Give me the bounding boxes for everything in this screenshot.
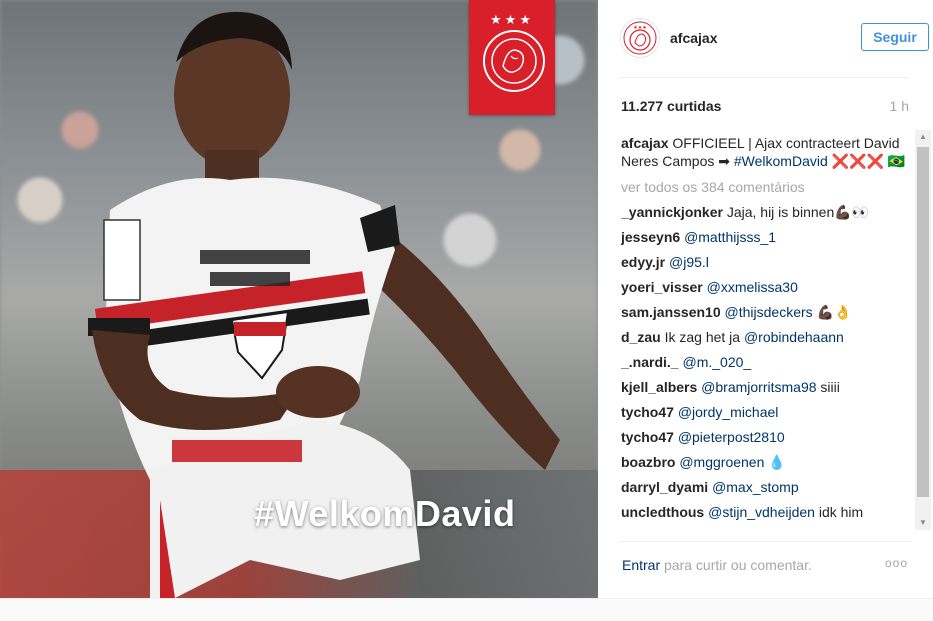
comment-mention[interactable]: @max_stomp bbox=[712, 479, 799, 495]
comment-text: Ik zag het ja bbox=[664, 329, 744, 345]
comment-row: tycho47 @pieterpost2810 bbox=[621, 428, 912, 446]
more-options-icon[interactable]: ooo bbox=[885, 556, 908, 570]
comment-row: yoeri_visser @xxmelissa30 bbox=[621, 278, 912, 296]
comments-scrollbar[interactable]: ▲ ▼ bbox=[915, 130, 931, 530]
comment-row: d_zau Ik zag het ja @robindehaann bbox=[621, 328, 912, 346]
comment-row: _yannickjonker Jaja, hij is binnen💪🏿👀 bbox=[621, 203, 912, 221]
comment-username[interactable]: _yannickjonker bbox=[621, 204, 723, 220]
avatar[interactable]: ★★★ bbox=[620, 18, 660, 58]
comment-row: boazbro @mggroenen 💧 bbox=[621, 453, 912, 471]
login-link[interactable]: Entrar bbox=[622, 557, 660, 573]
comment-text: Jaja, hij is binnen💪🏿👀 bbox=[726, 204, 870, 220]
comment-username[interactable]: tycho47 bbox=[621, 429, 674, 445]
post-side-panel: ★★★ afcajax Seguir 11.277 curtidas 1 h a… bbox=[598, 0, 933, 598]
likes-count[interactable]: 11.277 curtidas bbox=[621, 98, 721, 114]
comment-mention[interactable]: @bramjorritsma98 bbox=[701, 379, 816, 395]
comment-mention[interactable]: @mggroenen bbox=[679, 454, 764, 470]
comment-row: _.nardi._ @m._020_ bbox=[621, 353, 912, 371]
comment-username[interactable]: d_zau bbox=[621, 329, 661, 345]
badge-stars: ★★★ bbox=[490, 12, 534, 27]
header-divider bbox=[620, 77, 909, 78]
post-photo[interactable]: ★★★ #WelkomDavid bbox=[0, 0, 598, 598]
page-bottom-strip bbox=[0, 598, 933, 621]
post-time[interactable]: 1 h bbox=[890, 98, 909, 114]
post-caption: afcajax OFFICIEEL | Ajax contracteert Da… bbox=[621, 134, 912, 170]
ajax-avatar-icon: ★★★ bbox=[623, 21, 657, 55]
comment-username[interactable]: edyy.jr bbox=[621, 254, 665, 270]
comment-mention[interactable]: @robindehaann bbox=[744, 329, 844, 345]
comment-username[interactable]: kjell_albers bbox=[621, 379, 697, 395]
comment-username[interactable]: boazbro bbox=[621, 454, 675, 470]
caption-username[interactable]: afcajax bbox=[621, 135, 668, 151]
photo-hashtag-overlay: #WelkomDavid bbox=[254, 493, 516, 534]
scroll-up-arrow-icon[interactable]: ▲ bbox=[915, 130, 931, 144]
comment-username[interactable]: yoeri_visser bbox=[621, 279, 703, 295]
scrollbar-thumb[interactable] bbox=[917, 147, 929, 497]
comment-row: kjell_albers @bramjorritsma98 siiii bbox=[621, 378, 912, 396]
comment-row: darryl_dyami @max_stomp bbox=[621, 478, 912, 496]
comment-row: tycho47 @jordy_michael bbox=[621, 403, 912, 421]
comment-username[interactable]: jesseyn6 bbox=[621, 229, 680, 245]
view-all-comments-link[interactable]: ver todos os 384 comentários bbox=[621, 178, 912, 196]
login-prompt: Entrar para curtir ou comentar. bbox=[622, 557, 812, 573]
comment-mention[interactable]: @pieterpost2810 bbox=[678, 429, 785, 445]
comment-username[interactable]: tycho47 bbox=[621, 404, 674, 420]
comment-mention[interactable]: @matthijsss_1 bbox=[684, 229, 776, 245]
comment-text: 💧 bbox=[764, 454, 786, 470]
comment-mention[interactable]: @stijn_vdheijden bbox=[708, 504, 815, 520]
comment-mention[interactable]: @j95.l bbox=[669, 254, 709, 270]
comment-row: sam.janssen10 @thijsdeckers 💪🏿👌 bbox=[621, 303, 912, 321]
comment-row: uncledthous @stijn_vdheijden idk him bbox=[621, 503, 912, 521]
footer-divider bbox=[620, 541, 912, 542]
ajax-logo-badge: ★★★ bbox=[469, 0, 555, 115]
comment-row: edyy.jr @j95.l bbox=[621, 253, 912, 271]
comment-row: jesseyn6 @matthijsss_1 bbox=[621, 228, 912, 246]
comment-mention[interactable]: @xxmelissa30 bbox=[707, 279, 798, 295]
comment-mention[interactable]: @thijsdeckers bbox=[725, 304, 813, 320]
comment-username[interactable]: _.nardi._ bbox=[621, 354, 679, 370]
scroll-down-arrow-icon[interactable]: ▼ bbox=[915, 516, 931, 530]
login-prompt-text: para curtir ou comentar. bbox=[660, 557, 812, 573]
post-header: ★★★ afcajax Seguir bbox=[620, 18, 929, 58]
comment-mention[interactable]: @jordy_michael bbox=[678, 404, 779, 420]
comment-username[interactable]: sam.janssen10 bbox=[621, 304, 721, 320]
ajax-crest-icon bbox=[483, 30, 545, 92]
caption-text-end: ❌❌❌ 🇧🇷 bbox=[827, 153, 906, 169]
comment-mention[interactable]: @m._020_ bbox=[682, 354, 751, 370]
comment-text: 💪🏿👌 bbox=[812, 304, 852, 320]
comment-text: idk him bbox=[814, 504, 864, 520]
comment-text: siiii bbox=[816, 379, 840, 395]
comment-username[interactable]: uncledthous bbox=[621, 504, 704, 520]
caption-hashtag[interactable]: #WelkomDavid bbox=[734, 153, 828, 169]
post-username[interactable]: afcajax bbox=[670, 30, 717, 46]
follow-button[interactable]: Seguir bbox=[861, 23, 929, 51]
comment-username[interactable]: darryl_dyami bbox=[621, 479, 708, 495]
comments-list[interactable]: afcajax OFFICIEEL | Ajax contracteert Da… bbox=[621, 134, 912, 530]
